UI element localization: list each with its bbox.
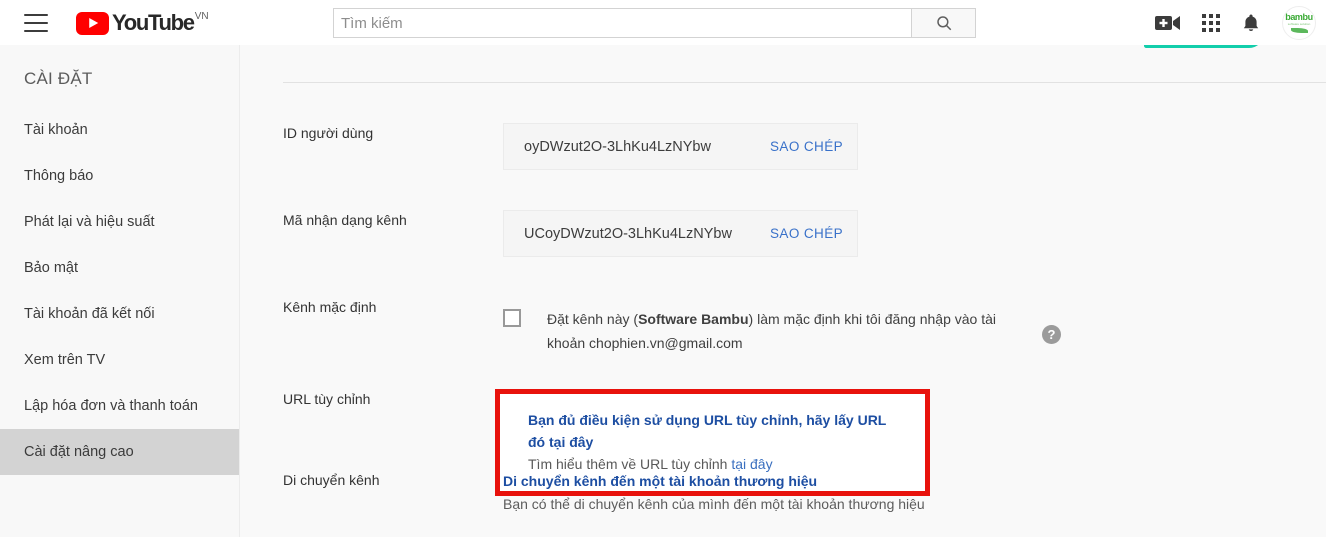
help-question-icon[interactable]: ?: [1042, 325, 1061, 344]
copy-user-id-button[interactable]: SAO CHÉP: [770, 139, 843, 154]
user-id-label: ID người dùng: [283, 125, 374, 141]
leaf-icon: [1290, 27, 1308, 33]
move-channel-label: Di chuyển kênh: [283, 472, 380, 488]
move-channel-body: Di chuyển kênh đến một tài khoản thương …: [503, 470, 925, 516]
custom-url-link[interactable]: Bạn đủ điều kiện sử dụng URL tùy chỉnh, …: [528, 409, 901, 453]
sidebar-title: CÀI ĐẶT: [24, 69, 93, 88]
search-bar: [333, 8, 976, 38]
move-channel-link[interactable]: Di chuyển kênh đến một tài khoản thương …: [503, 470, 925, 492]
bell-icon[interactable]: [1242, 13, 1260, 33]
masthead-actions: bambu software solution: [1155, 0, 1316, 45]
default-channel-description: Đặt kênh này (Software Bambu) làm mặc đị…: [547, 307, 1015, 355]
row-user-id: ID người dùng oyDWzut2O-3LhKu4LzNYbw SAO…: [283, 123, 858, 170]
default-channel-checkbox[interactable]: [503, 309, 521, 327]
channel-id-body: UCoyDWzut2O-3LhKu4LzNYbw SAO CHÉP: [503, 210, 858, 257]
sidebar-item-playback[interactable]: Phát lại và hiệu suất: [0, 199, 239, 245]
settings-sidebar: CÀI ĐẶT Tài khoản Thông báo Phát lại và …: [0, 45, 240, 537]
user-id-value: oyDWzut2O-3LhKu4LzNYbw: [524, 138, 711, 155]
settings-content: ID người dùng oyDWzut2O-3LhKu4LzNYbw SAO…: [240, 45, 1326, 537]
apps-grid-icon[interactable]: [1202, 13, 1220, 32]
sidebar-item-label: Xem trên TV: [24, 352, 106, 368]
sidebar-item-label: Cài đặt nâng cao: [24, 444, 134, 460]
avatar-brand-text: bambu: [1285, 11, 1313, 22]
logo-text: YouTube: [112, 9, 195, 35]
user-id-body: oyDWzut2O-3LhKu4LzNYbw SAO CHÉP: [503, 123, 858, 170]
search-icon: [936, 16, 951, 31]
sidebar-item-label: Lập hóa đơn và thanh toán: [24, 398, 198, 414]
sidebar-item-tv[interactable]: Xem trên TV: [0, 337, 239, 383]
youtube-logo[interactable]: YouTube VN: [76, 9, 209, 35]
default-channel-label: Kênh mặc định: [283, 299, 377, 315]
play-triangle-icon: [76, 11, 109, 35]
move-channel-subtext: Bạn có thể di chuyển kênh của mình đến m…: [503, 496, 925, 512]
channel-id-field: UCoyDWzut2O-3LhKu4LzNYbw SAO CHÉP: [503, 210, 858, 257]
copy-channel-id-button[interactable]: SAO CHÉP: [770, 226, 843, 241]
sidebar-item-notifications[interactable]: Thông báo: [0, 153, 239, 199]
content-divider: [283, 82, 1326, 83]
logo-country-code: VN: [194, 10, 209, 22]
default-channel-text-before: Đặt kênh này (: [547, 311, 639, 327]
masthead: YouTube VN Tìm kiếm bambu software solut…: [0, 0, 1326, 45]
sidebar-list: Tài khoản Thông báo Phát lại và hiệu suấ…: [0, 107, 239, 475]
sidebar-item-billing[interactable]: Lập hóa đơn và thanh toán: [0, 383, 239, 429]
sidebar-item-label: Phát lại và hiệu suất: [24, 214, 155, 230]
avatar[interactable]: bambu software solution: [1282, 5, 1316, 40]
hamburger-menu-icon[interactable]: [24, 13, 48, 32]
sidebar-item-advanced-settings[interactable]: Cài đặt nâng cao: [0, 429, 239, 475]
sidebar-item-label: Tài khoản: [24, 122, 88, 138]
row-move-channel: Di chuyển kênh Di chuyển kênh đến một tà…: [283, 470, 925, 516]
user-id-field: oyDWzut2O-3LhKu4LzNYbw SAO CHÉP: [503, 123, 858, 170]
sidebar-item-label: Bảo mật: [24, 260, 78, 276]
default-channel-name: Software Bambu: [638, 311, 749, 327]
video-camera-plus-icon[interactable]: [1155, 14, 1180, 32]
sidebar-item-connected-apps[interactable]: Tài khoản đã kết nối: [0, 291, 239, 337]
avatar-brand-subtext: software solution: [1287, 21, 1311, 26]
sidebar-item-label: Thông báo: [24, 168, 94, 184]
sidebar-item-account[interactable]: Tài khoản: [0, 107, 239, 153]
row-channel-id: Mã nhận dạng kênh UCoyDWzut2O-3LhKu4LzNY…: [283, 210, 858, 257]
sidebar-item-label: Tài khoản đã kết nối: [24, 306, 155, 322]
default-channel-body: Đặt kênh này (Software Bambu) làm mặc đị…: [503, 297, 1061, 355]
search-button[interactable]: [911, 8, 976, 38]
sidebar-item-privacy[interactable]: Bảo mật: [0, 245, 239, 291]
row-default-channel: Kênh mặc định Đặt kênh này (Software Bam…: [283, 297, 1061, 355]
channel-id-value: UCoyDWzut2O-3LhKu4LzNYbw: [524, 225, 732, 242]
search-input[interactable]: [333, 8, 911, 38]
channel-id-label: Mã nhận dạng kênh: [283, 212, 407, 228]
